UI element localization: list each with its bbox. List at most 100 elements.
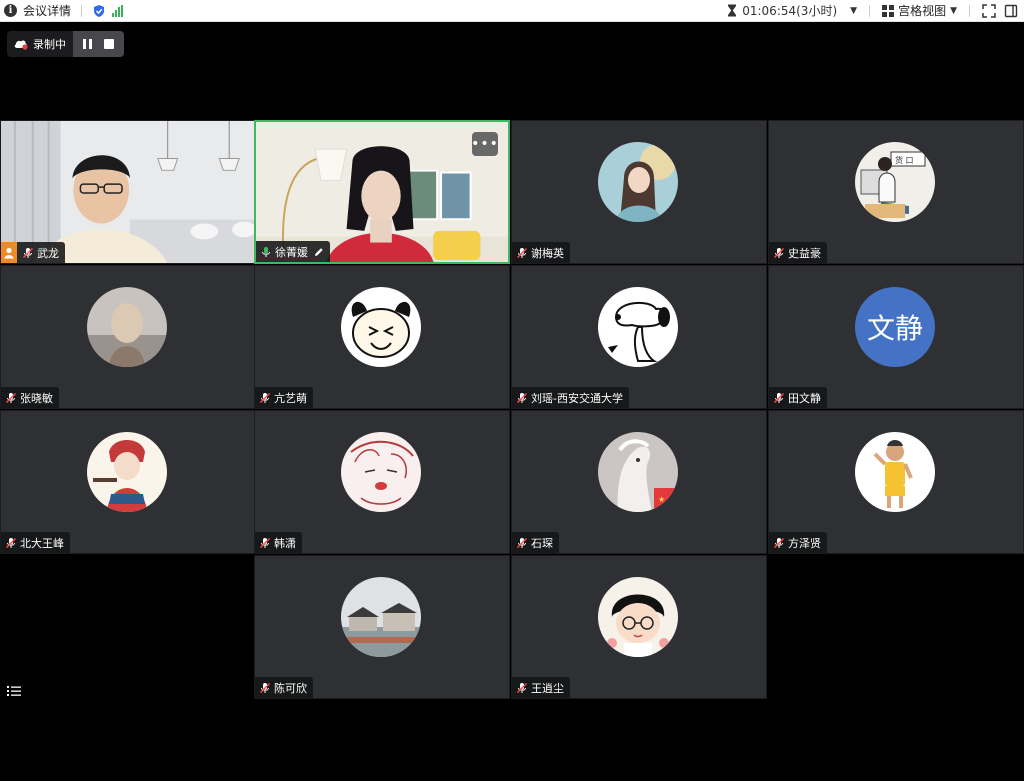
mic-muted-icon <box>23 247 33 258</box>
mic-muted-icon <box>517 682 527 693</box>
participant-tile[interactable]: 货 口 史益豪 <box>768 120 1024 264</box>
participant-name: 武龙 <box>37 246 59 260</box>
divider <box>869 4 871 17</box>
pencil-icon[interactable] <box>314 247 324 257</box>
mic-muted-icon <box>517 247 527 258</box>
participant-tile[interactable]: 文静 田文静 <box>768 265 1024 409</box>
recording-status: 录制中 <box>7 31 73 57</box>
top-bar: i 会议详情 01:06:54(3小时) ▼ 宫格视图 ▼ <box>0 0 1024 22</box>
mic-active-icon <box>262 246 270 257</box>
info-icon[interactable]: i <box>4 4 17 17</box>
participant-tile[interactable]: 陈可欣 <box>254 555 510 699</box>
participant-tile[interactable]: ★ 石琛 <box>511 410 767 554</box>
avatar: 货 口 <box>855 142 935 222</box>
participant-name: 王逍尘 <box>531 681 564 695</box>
avatar <box>855 432 935 512</box>
avatar <box>598 577 678 657</box>
participant-name: 史益豪 <box>788 246 821 260</box>
more-options-button[interactable]: ••• <box>471 132 498 156</box>
list-icon <box>7 686 21 696</box>
meeting-timer[interactable]: 01:06:54(3小时) ▼ <box>727 2 857 19</box>
stop-icon[interactable] <box>104 39 114 49</box>
timer-text: 01:06:54(3小时) <box>742 4 838 18</box>
view-mode-button[interactable]: 宫格视图 ▼ <box>882 2 957 19</box>
participant-name-tag: 武龙 <box>1 242 65 263</box>
participant-name-tag: 张晓敏 <box>1 387 59 408</box>
mic-muted-icon <box>774 392 784 403</box>
participant-name-tag: 陈可欣 <box>255 677 313 698</box>
participant-name: 石琛 <box>531 536 553 550</box>
participant-tile[interactable]: 亢艺萌 <box>254 265 510 409</box>
cloud-record-icon <box>14 40 28 50</box>
pause-icon[interactable] <box>83 39 92 49</box>
chevron-down-icon: ▼ <box>950 5 957 16</box>
participant-name: 亢艺萌 <box>274 391 307 405</box>
signal-icon[interactable] <box>112 4 124 17</box>
participant-name-tag: 徐菁媛 <box>256 241 330 262</box>
sidebar-toggle-icon[interactable] <box>1004 4 1018 18</box>
avatar <box>598 142 678 222</box>
participant-tile[interactable]: 韩潇 <box>254 410 510 554</box>
participant-tile[interactable]: 方泽贤 <box>768 410 1024 554</box>
participant-name-tag: 田文静 <box>769 387 827 408</box>
participant-name: 田文静 <box>788 391 821 405</box>
avatar <box>598 287 678 367</box>
participant-name: 韩潇 <box>274 536 296 550</box>
avatar <box>87 287 167 367</box>
hourglass-icon <box>728 4 737 17</box>
fullscreen-icon[interactable] <box>982 3 996 18</box>
participant-name-tag: 王逍尘 <box>512 677 570 698</box>
host-badge-icon <box>1 242 17 263</box>
participant-name: 方泽贤 <box>788 536 821 550</box>
view-mode-label: 宫格视图 <box>898 4 947 18</box>
participant-name-tag: 北大王峰 <box>1 532 70 553</box>
participant-name-tag: 韩潇 <box>255 532 302 553</box>
avatar <box>341 432 421 512</box>
mic-muted-icon <box>774 537 784 548</box>
mic-muted-icon <box>260 682 270 693</box>
grid-icon <box>882 4 895 17</box>
recording-label: 录制中 <box>33 38 66 51</box>
participant-name: 刘瑶-西安交通大学 <box>531 391 623 405</box>
participant-tile[interactable]: 刘瑶-西安交通大学 <box>511 265 767 409</box>
participant-name: 徐菁媛 <box>275 245 308 259</box>
participant-tile[interactable]: 北大王峰 <box>0 410 256 554</box>
participant-tile[interactable]: 武龙 <box>0 120 256 264</box>
participant-name-tag: 刘瑶-西安交通大学 <box>512 387 629 408</box>
participant-name: 张晓敏 <box>20 391 53 405</box>
participant-name: 陈可欣 <box>274 681 307 695</box>
participant-tile[interactable]: 张晓敏 <box>0 265 256 409</box>
participant-list-button[interactable] <box>2 680 26 702</box>
svg-text:货 口: 货 口 <box>895 155 914 165</box>
mic-muted-icon <box>774 247 784 258</box>
mic-muted-icon <box>260 392 270 403</box>
avatar <box>341 577 421 657</box>
meeting-details-label[interactable]: 会议详情 <box>23 2 71 19</box>
avatar <box>341 287 421 367</box>
mic-muted-icon <box>517 537 527 548</box>
participant-name-tag: 亢艺萌 <box>255 387 313 408</box>
recording-controls <box>73 31 124 57</box>
shield-icon[interactable] <box>92 4 106 18</box>
participant-name-tag: 石琛 <box>512 532 559 553</box>
participant-name-tag: 史益豪 <box>769 242 827 263</box>
participant-name: 谢梅英 <box>531 246 564 260</box>
chevron-down-icon[interactable]: ▼ <box>850 6 857 16</box>
participant-name-tag: 方泽贤 <box>769 532 827 553</box>
participant-name-tag: 谢梅英 <box>512 242 570 263</box>
participant-tile[interactable]: 谢梅英 <box>511 120 767 264</box>
divider <box>81 4 83 17</box>
mic-muted-icon <box>517 392 527 403</box>
svg-text:★: ★ <box>658 495 665 504</box>
avatar <box>87 432 167 512</box>
avatar: ★ <box>598 432 678 512</box>
mic-muted-icon <box>6 392 16 403</box>
recording-bar: 录制中 <box>7 31 124 57</box>
participant-tile-active-speaker[interactable]: ••• 徐菁媛 <box>254 120 510 264</box>
mic-muted-icon <box>6 537 16 548</box>
mic-muted-icon <box>260 537 270 548</box>
avatar: 文静 <box>855 287 935 367</box>
divider <box>969 4 970 17</box>
participant-name: 北大王峰 <box>20 536 64 550</box>
participant-tile[interactable]: 王逍尘 <box>511 555 767 699</box>
